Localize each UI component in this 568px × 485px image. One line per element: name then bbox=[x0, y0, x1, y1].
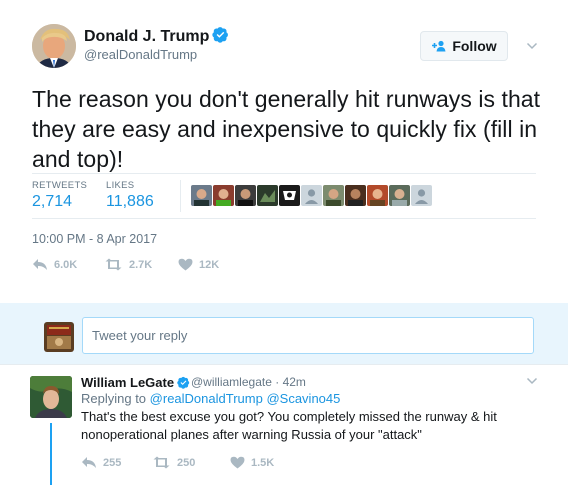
thread-line bbox=[50, 423, 52, 485]
reply-tweet: William LeGate @williamlegate · 42m Repl… bbox=[0, 365, 568, 485]
tweet-text: The reason you don't generally hit runwa… bbox=[32, 86, 541, 172]
reply-arrow-icon bbox=[82, 457, 96, 468]
liker-avatar[interactable] bbox=[257, 185, 278, 206]
reply-author-avatar[interactable] bbox=[30, 376, 72, 418]
tweet-timestamp[interactable]: 10:00 PM - 8 Apr 2017 bbox=[32, 232, 157, 246]
liker-avatar[interactable] bbox=[191, 185, 212, 206]
retweet-count: 2.7K bbox=[129, 258, 153, 271]
like-action[interactable]: 1.5K bbox=[230, 456, 274, 469]
liker-avatar[interactable] bbox=[345, 185, 366, 206]
liker-avatar[interactable] bbox=[411, 185, 432, 206]
reply-action[interactable]: 6.0K bbox=[32, 258, 104, 271]
retweet-icon bbox=[105, 258, 122, 271]
likes-label: LIKES bbox=[106, 180, 135, 191]
replying-to-prefix: Replying to bbox=[81, 391, 147, 406]
reply-count: 6.0K bbox=[54, 258, 78, 271]
liker-avatar[interactable] bbox=[301, 185, 322, 206]
reply-time[interactable]: · 42m bbox=[275, 375, 306, 389]
author-name-text: Donald J. Trump bbox=[84, 28, 210, 45]
chevron-down-icon[interactable] bbox=[526, 40, 538, 52]
reply-text: That's the best excuse you got? You comp… bbox=[81, 409, 497, 442]
divider bbox=[32, 218, 536, 219]
replying-to-user-link[interactable]: @Scavino45 bbox=[266, 391, 340, 406]
reply-author-meta: @williamlegate · 42m bbox=[191, 375, 306, 389]
reply-author-name[interactable]: William LeGate bbox=[81, 375, 190, 390]
verified-badge-icon bbox=[177, 376, 190, 389]
liker-avatar[interactable] bbox=[279, 185, 300, 206]
retweets-count[interactable]: 2,714 bbox=[32, 193, 72, 211]
follow-label: Follow bbox=[452, 38, 497, 54]
likers-avatar-list bbox=[191, 185, 432, 206]
verified-badge-icon bbox=[212, 27, 229, 43]
reply-composer bbox=[0, 303, 568, 365]
retweet-icon bbox=[153, 456, 170, 469]
reply-author-handle[interactable]: @williamlegate bbox=[191, 375, 272, 389]
liker-avatar[interactable] bbox=[367, 185, 388, 206]
replying-to: Replying to @realDonaldTrump @Scavino45 bbox=[81, 391, 340, 406]
current-user-avatar[interactable] bbox=[44, 322, 74, 352]
liker-avatar[interactable] bbox=[213, 185, 234, 206]
like-count: 12K bbox=[199, 258, 220, 271]
liker-avatar[interactable] bbox=[389, 185, 410, 206]
divider bbox=[32, 173, 536, 174]
add-user-icon bbox=[431, 40, 447, 52]
retweet-count: 250 bbox=[177, 456, 196, 469]
retweet-action[interactable]: 250 bbox=[152, 456, 230, 469]
heart-icon bbox=[178, 258, 193, 271]
like-action[interactable]: 12K bbox=[178, 258, 219, 271]
reply-input[interactable] bbox=[82, 317, 534, 354]
replying-to-user-link[interactable]: @realDonaldTrump bbox=[150, 391, 263, 406]
heart-icon bbox=[230, 456, 245, 469]
reply-author-name-text: William LeGate bbox=[81, 375, 175, 390]
likes-count[interactable]: 11,886 bbox=[106, 193, 154, 211]
reply-action[interactable]: 255 bbox=[81, 456, 152, 469]
stats-separator bbox=[180, 180, 181, 212]
like-count: 1.5K bbox=[251, 456, 275, 469]
author-avatar[interactable] bbox=[32, 24, 76, 68]
retweet-action[interactable]: 2.7K bbox=[104, 258, 178, 271]
liker-avatar[interactable] bbox=[323, 185, 344, 206]
tweet-actions: 6.0K 2.7K 12K bbox=[32, 258, 219, 271]
reply-arrow-icon bbox=[33, 259, 47, 270]
author-name[interactable]: Donald J. Trump bbox=[84, 26, 229, 46]
reply-actions: 255 250 1.5K bbox=[81, 456, 274, 469]
follow-button[interactable]: Follow bbox=[420, 31, 508, 61]
main-tweet: Donald J. Trump @realDonaldTrump Follow … bbox=[0, 0, 568, 303]
chevron-down-icon[interactable] bbox=[526, 375, 538, 387]
author-handle[interactable]: @realDonaldTrump bbox=[84, 47, 197, 62]
reply-count: 255 bbox=[103, 456, 122, 469]
liker-avatar[interactable] bbox=[235, 185, 256, 206]
retweets-label: RETWEETS bbox=[32, 180, 88, 191]
